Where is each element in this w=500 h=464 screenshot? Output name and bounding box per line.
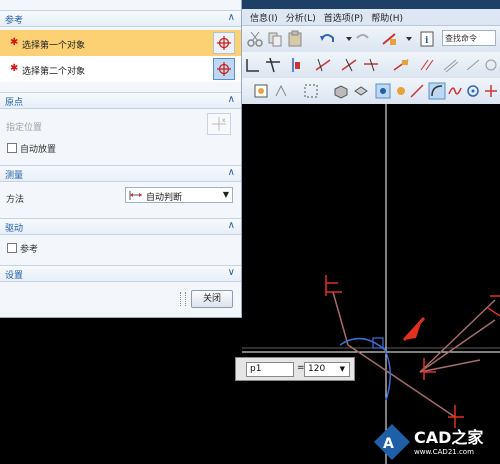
method-dropdown[interactable]: 自动判断 ▼ [125,187,233,203]
chevron-down-icon[interactable]: ▼ [340,363,345,376]
specify-location-label: 指定位置 [6,123,43,133]
watermark-text: CAD之家 [414,428,484,447]
resize-grip[interactable] [180,292,186,306]
chevron-up-icon[interactable]: ∧ [228,167,235,178]
crosshair-icon[interactable] [213,58,235,80]
select-second-object-row[interactable]: ✱ 选择第二个对象 [0,56,241,82]
section-header-measure[interactable]: 测量 ∧ [0,165,241,182]
select-first-object-row[interactable]: ✱ 选择第一个对象 [0,30,241,56]
method-value: 自动判断 [146,193,183,203]
section-header-reference[interactable]: 参考 ∧ [0,10,241,27]
required-asterisk: ✱ [10,63,19,74]
select-first-object-label: 选择第一个对象 [22,41,86,51]
select-second-object-label: 选择第二个对象 [22,67,86,77]
auto-placement-label: 自动放置 [20,145,57,155]
reference-checkbox[interactable] [7,243,17,253]
section-title: 设置 [5,271,24,281]
chevron-down-icon[interactable]: ∨ [228,267,235,278]
svg-text:x: x [222,117,226,124]
watermark-url: www.CAD21.com [414,448,474,456]
section-header-origin[interactable]: 原点 ∧ [0,92,241,109]
section-title: 原点 [5,98,24,108]
required-asterisk: ✱ [10,37,19,48]
dimension-dialog: 参考 ∧ ✱ 选择第一个对象 ✱ 选择第二个对象 原点 ∧ 指定位置 x 自动放… [0,0,242,318]
auto-placement-checkbox[interactable] [7,143,17,153]
section-title: 参考 [5,16,24,26]
chevron-down-icon[interactable]: ▼ [223,190,229,199]
section-title: 测量 [5,171,24,181]
crosshair-icon[interactable] [213,32,235,54]
reference-checkbox-label: 参考 [20,245,39,255]
svg-text:A: A [383,436,394,452]
section-header-settings[interactable]: 设置 ∨ [0,265,241,282]
dimension-type-icon [129,191,143,203]
dimension-value: 120 [308,364,326,374]
chevron-up-icon[interactable]: ∧ [228,94,235,105]
dimension-input-bar: p1 = 120 ▼ [235,357,355,381]
dimension-value-field[interactable]: 120 ▼ [304,362,350,377]
method-label: 方法 [6,195,25,205]
chevron-up-icon[interactable]: ∧ [228,220,235,231]
close-button[interactable]: 关闭 [191,290,233,308]
dimension-name-field[interactable]: p1 [246,362,294,377]
chevron-up-icon[interactable]: ∧ [228,12,235,23]
watermark: A CAD之家 www.CAD21.com [372,418,500,464]
location-picker-icon[interactable]: x [207,113,231,135]
cad-logo-icon: A [374,424,410,460]
section-header-drive[interactable]: 驱动 ∧ [0,218,241,235]
section-title: 驱动 [5,224,24,234]
